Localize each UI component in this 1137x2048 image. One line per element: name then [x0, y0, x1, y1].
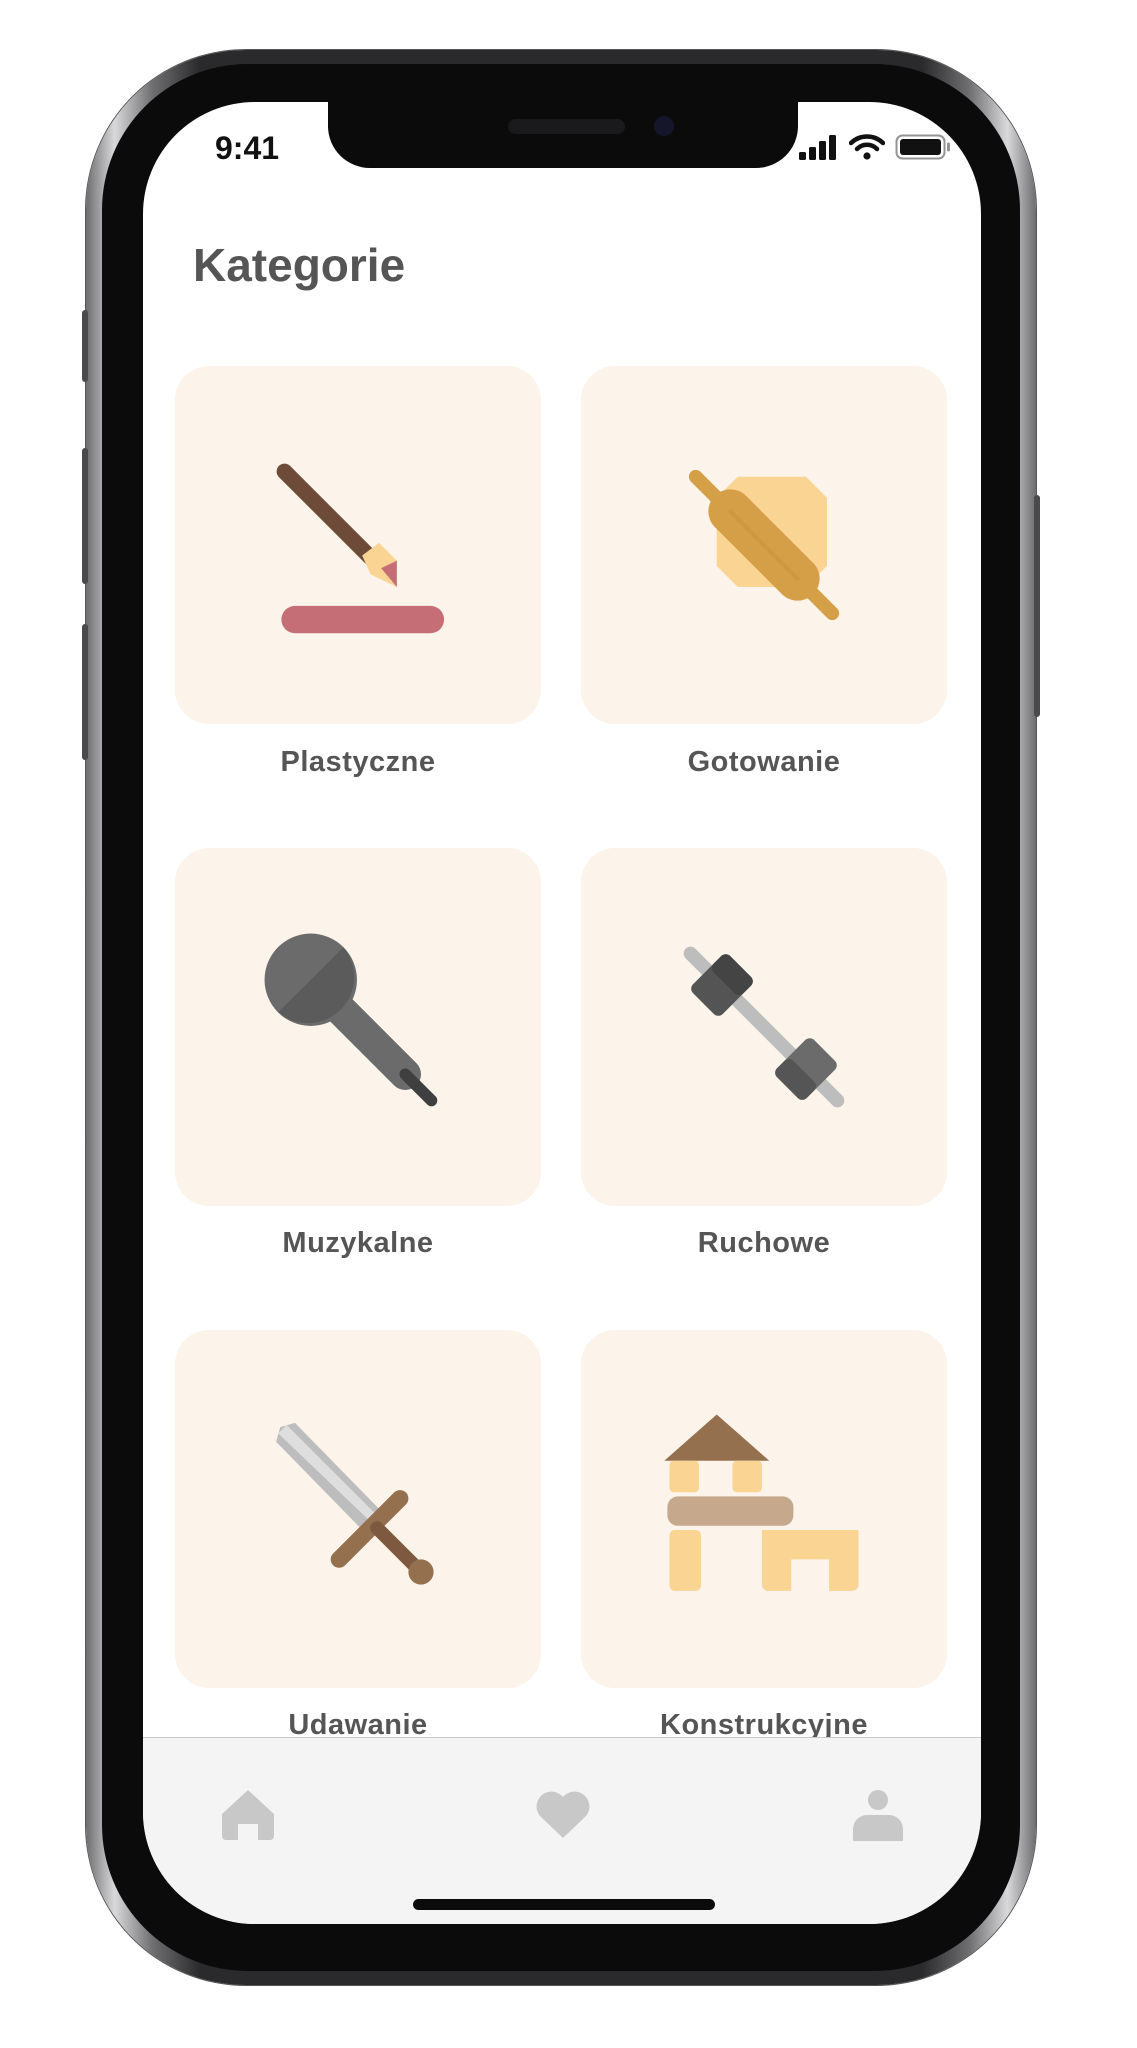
side-button-left-1	[82, 310, 88, 382]
status-time: 9:41	[215, 130, 280, 166]
category-card-konstrukcyjne[interactable]	[581, 1330, 947, 1688]
battery-icon	[895, 134, 950, 160]
microphone-icon	[264, 933, 438, 1107]
app-screen: 9:41 Kategorie Plastyczne Gotowanie Muzy…	[143, 102, 981, 1924]
side-button-right	[1034, 495, 1040, 717]
category-label: Muzykalne	[282, 1227, 434, 1259]
page-title: Kategorie	[193, 239, 406, 291]
category-card-plastyczne[interactable]	[175, 366, 541, 724]
side-button-left-3	[82, 624, 88, 760]
side-button-left-2	[82, 448, 88, 584]
category-label: Plastyczne	[280, 746, 436, 778]
front-camera	[654, 116, 674, 136]
paintbrush-icon	[276, 463, 445, 634]
tab-favorites[interactable]	[533, 1784, 593, 1844]
category-label: Ruchowe	[697, 1227, 831, 1259]
building-blocks-icon	[664, 1414, 859, 1591]
home-indicator	[413, 1899, 715, 1910]
notch	[328, 102, 798, 168]
status-icons	[799, 134, 951, 160]
category-card-gotowanie[interactable]	[581, 366, 947, 724]
category-card-udawanie[interactable]	[175, 1330, 541, 1688]
category-card-ruchowe[interactable]	[581, 848, 947, 1206]
wifi-icon	[849, 134, 885, 160]
tab-profile[interactable]	[848, 1784, 908, 1844]
category-card-muzykalne[interactable]	[175, 848, 541, 1206]
profile-icon	[853, 1790, 903, 1841]
signal-icon	[799, 135, 836, 160]
dumbbell-icon	[683, 946, 845, 1108]
heart-icon	[536, 1791, 590, 1838]
category-label: Gotowanie	[687, 746, 841, 778]
speaker	[508, 119, 625, 134]
sword-icon	[276, 1422, 434, 1585]
tab-bar	[143, 1737, 981, 1924]
home-icon	[222, 1790, 274, 1840]
rolling-pin-icon	[688, 469, 840, 621]
tab-home[interactable]	[218, 1784, 278, 1844]
